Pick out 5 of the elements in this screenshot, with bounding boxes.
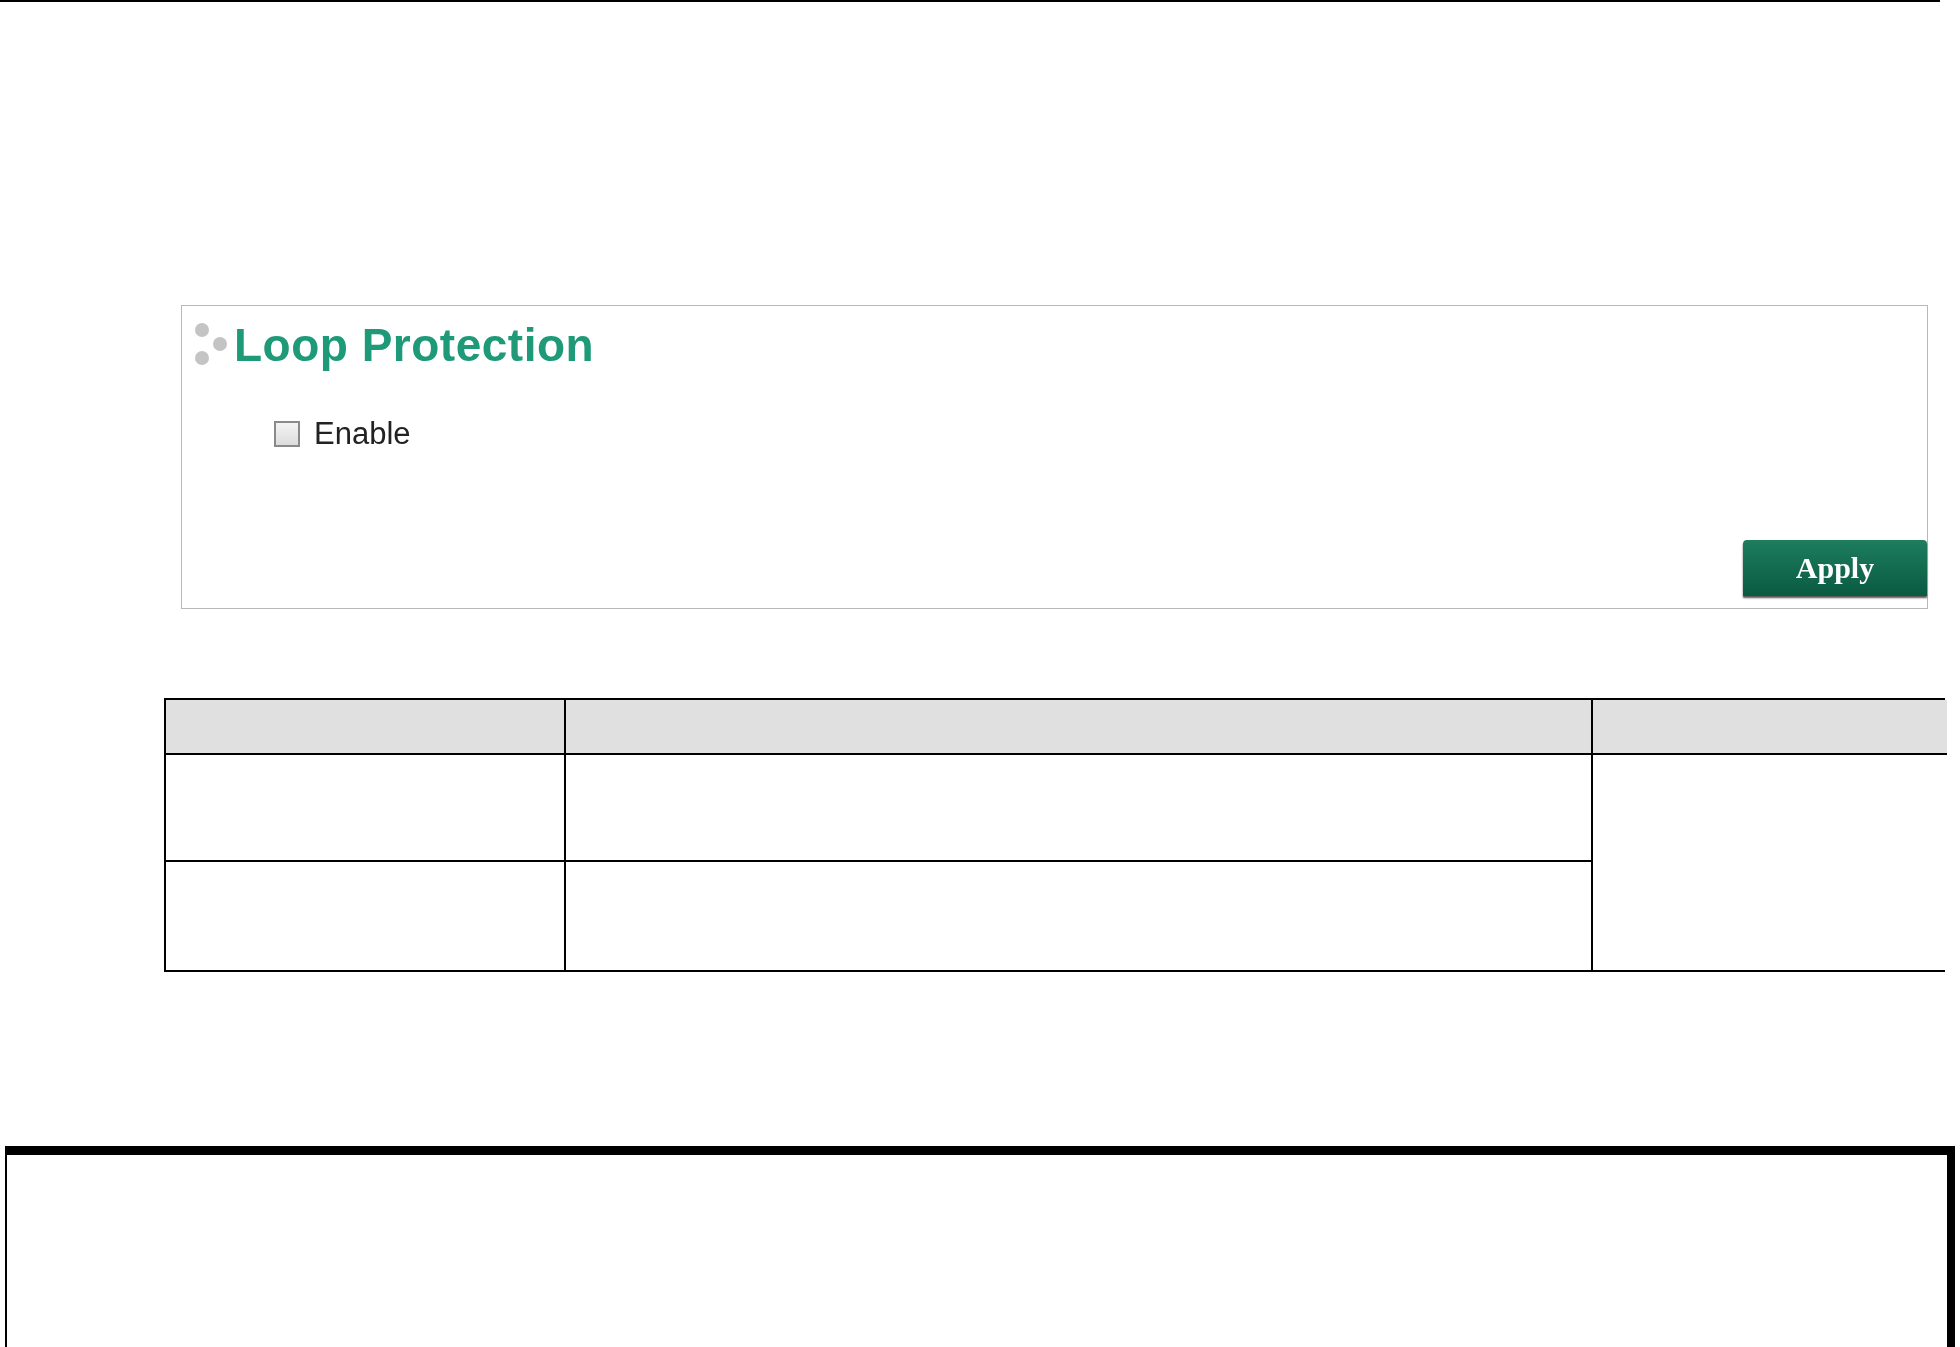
dots-icon xyxy=(194,322,228,368)
panel-title: Loop Protection xyxy=(234,318,595,372)
apply-button[interactable]: Apply xyxy=(1743,540,1927,596)
checkbox-label: Enable xyxy=(314,416,411,452)
checkbox[interactable] xyxy=(274,421,300,447)
